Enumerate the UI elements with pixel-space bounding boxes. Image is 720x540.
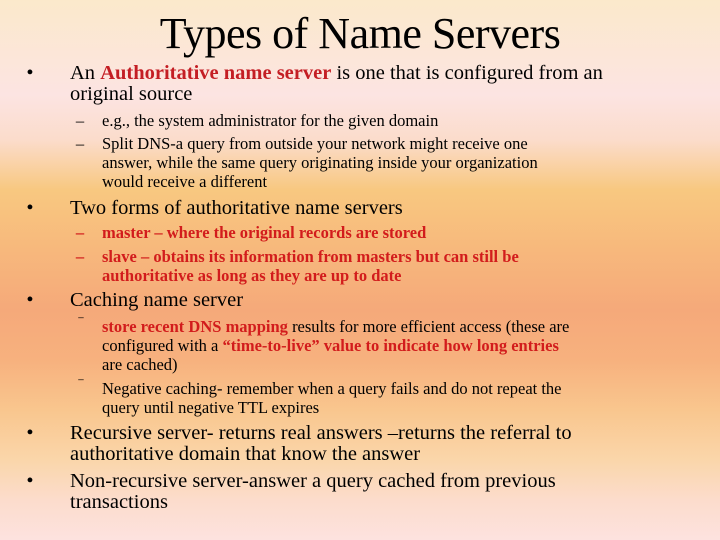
sub-bullet-line: configured with a “time-to-live” value t…: [102, 336, 672, 355]
bullet-two-forms: • Two forms of authoritative name server…: [26, 197, 680, 219]
sub-bullet-store-recent: ⁻ store recent DNS mapping results for m…: [77, 314, 672, 374]
bullet-line: authoritative domain that know the answe…: [70, 443, 421, 465]
text: is one that is configured from an: [331, 62, 603, 84]
sub-bullet-slave: – slave – obtains its information from m…: [76, 247, 672, 285]
sub-bullet-master: – master – where the original records ar…: [76, 223, 672, 242]
ttl-term: “time-to-live” value to indicate how lon…: [222, 336, 559, 355]
sub-bullet-line: answer, while the same query originating…: [102, 153, 538, 172]
bullet-line: Two forms of authoritative name servers: [70, 197, 403, 219]
bullet-caching: • Caching name server: [26, 289, 680, 311]
slide: Types of Name Servers • An Authoritative…: [0, 0, 720, 540]
bullet-icon: •: [26, 62, 34, 84]
sub-bullet-line: e.g., the system administrator for the g…: [102, 111, 439, 130]
bullet-authoritative: • An Authoritative name server is one th…: [26, 63, 680, 105]
sub-bullet-line: Negative caching- remember when a query …: [102, 379, 562, 398]
dash-icon: ⁻: [77, 376, 85, 391]
dash-icon: –: [75, 111, 85, 130]
bullet-line: An Authoritative name server is one that…: [70, 63, 680, 84]
sub-bullet-line: slave – obtains its information from mas…: [102, 247, 519, 266]
text: An: [70, 62, 101, 84]
sub-bullet-line: are cached): [102, 355, 178, 374]
store-recent-term: store recent DNS mapping: [102, 317, 288, 336]
dash-icon: –: [75, 134, 85, 153]
dash-icon: ⁻: [77, 314, 85, 329]
text: results for more efficient access (these…: [287, 317, 570, 336]
dash-icon: –: [75, 223, 85, 242]
bullet-line: transactions: [70, 491, 168, 513]
sub-bullet-line: Split DNS-a query from outside your netw…: [102, 134, 528, 153]
sub-bullet-line: query until negative TTL expires: [102, 398, 320, 417]
bullet-line: Recursive server- returns real answers –…: [70, 422, 572, 444]
bullet-non-recursive: • Non-recursive server-answer a query ca…: [26, 470, 680, 513]
sub-bullet-negative-caching: ⁻ Negative caching- remember when a quer…: [77, 376, 672, 417]
slide-title: Types of Name Servers: [159, 9, 561, 58]
sub-bullet-line: authoritative as long as they are up to …: [102, 266, 402, 285]
dash-icon: –: [75, 247, 85, 266]
bullet-line: Non-recursive server-answer a query cach…: [70, 470, 556, 492]
bullet-recursive: • Recursive server- returns real answers…: [26, 422, 680, 465]
bullet-icon: •: [26, 422, 34, 444]
bullet-line: original source: [70, 83, 193, 105]
bullet-icon: •: [26, 289, 34, 311]
sub-bullet-split-dns: – Split DNS-a query from outside your ne…: [76, 134, 672, 191]
bullet-icon: •: [26, 197, 34, 219]
sub-bullet-line: store recent DNS mapping results for mor…: [102, 317, 672, 336]
bullet-line: Caching name server: [70, 289, 244, 311]
authoritative-term: Authoritative name server: [100, 62, 332, 84]
sub-bullet-example: – e.g., the system administrator for the…: [76, 111, 672, 130]
sub-bullet-line: master – where the original records are …: [102, 223, 427, 242]
sub-bullet-line: would receive a different: [102, 172, 268, 191]
text: configured with a: [102, 336, 223, 355]
bullet-icon: •: [26, 470, 34, 492]
